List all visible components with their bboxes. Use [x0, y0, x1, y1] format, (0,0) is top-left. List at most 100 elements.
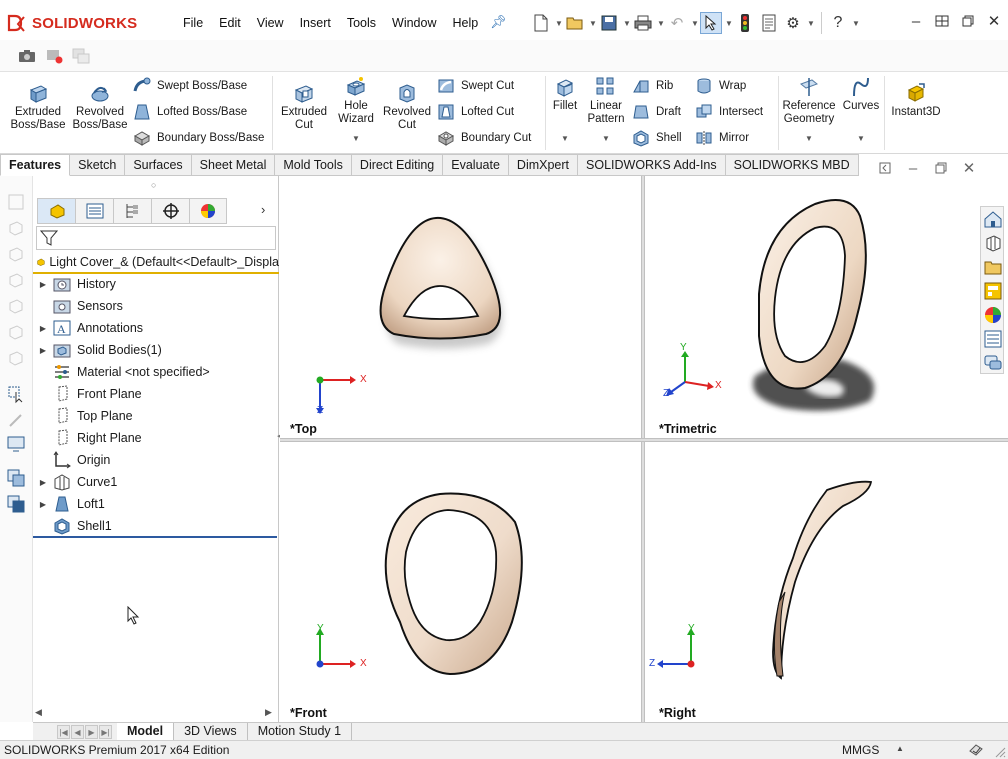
box-tool-3-icon[interactable]	[6, 270, 26, 290]
lofted-cut-button[interactable]: Lofted Cut	[437, 102, 514, 122]
fillet-button[interactable]: Fillet	[548, 76, 582, 113]
help-question-icon[interactable]: ?	[827, 12, 849, 34]
last-tab-arrow-icon[interactable]: ▶|	[99, 724, 112, 739]
options-gear-icon[interactable]: ⚙	[782, 12, 804, 34]
tree-item-material[interactable]: Material <not specified>	[33, 361, 277, 383]
tree-item-sensors[interactable]: Sensors	[33, 295, 277, 317]
scroll-right-icon[interactable]: ▶	[265, 707, 272, 718]
tab-direct-editing[interactable]: Direct Editing	[351, 154, 444, 176]
tree-item-solid-bodies[interactable]: ▶ Solid Bodies(1)	[33, 339, 277, 361]
tree-item-shell1[interactable]: Shell1	[33, 515, 277, 537]
sketch-tool-icon[interactable]	[6, 192, 26, 212]
menu-insert[interactable]: Insert	[292, 14, 339, 32]
tab-surfaces[interactable]: Surfaces	[125, 154, 192, 176]
chevron-down-icon[interactable]: ▼	[588, 19, 598, 28]
tree-item-top-plane[interactable]: Top Plane	[33, 405, 277, 427]
record-icon[interactable]	[44, 45, 66, 67]
new-document-icon[interactable]	[530, 12, 552, 34]
tab-model[interactable]: Model	[117, 722, 175, 741]
close-icon[interactable]: ✕	[982, 10, 1006, 32]
expand-arrow-icon[interactable]: ▶	[33, 346, 53, 355]
expand-arrow-icon[interactable]: ▶	[33, 324, 53, 333]
revolved-boss-base-button[interactable]: Revolved Boss/Base	[72, 82, 128, 132]
copy-screen-icon[interactable]	[70, 45, 92, 67]
draft-button[interactable]: Draft	[632, 102, 681, 122]
tab-dimxpert[interactable]: DimXpert	[508, 154, 579, 176]
chevron-right-icon[interactable]: ›	[261, 202, 265, 217]
viewport-front[interactable]: Y X *Front	[280, 442, 641, 722]
viewport-top[interactable]: X Z *Top	[280, 176, 641, 438]
copy-tool-icon[interactable]	[6, 468, 26, 488]
chevron-down-icon[interactable]: ▼	[554, 19, 564, 28]
viewport-splitter-horizontal[interactable]	[280, 438, 1008, 442]
appearances-scenes-icon[interactable]	[983, 305, 1003, 325]
box-tool-2-icon[interactable]	[6, 244, 26, 264]
intersect-button[interactable]: Intersect	[695, 102, 763, 122]
chevron-down-icon[interactable]: ▼	[806, 19, 816, 28]
rollback-bar[interactable]	[33, 536, 277, 538]
panel-grip-icon[interactable]: ○	[151, 180, 156, 190]
linear-pattern-chevron-down-icon[interactable]: ▼	[602, 134, 610, 143]
tab-sheet-metal[interactable]: Sheet Metal	[191, 154, 276, 176]
tab-solidworks-mbd[interactable]: SOLIDWORKS MBD	[725, 154, 859, 176]
save-icon[interactable]	[598, 12, 620, 34]
feature-tree-root[interactable]: Light Cover_& (Default<<Default>_Displa	[33, 252, 279, 274]
menu-window[interactable]: Window	[384, 14, 444, 32]
curves-chevron-down-icon[interactable]: ▼	[857, 134, 865, 143]
swept-cut-button[interactable]: Swept Cut	[437, 76, 514, 96]
viewport-right[interactable]: Y Z *Right	[645, 442, 1008, 722]
expand-arrow-icon[interactable]: ▶	[33, 500, 53, 509]
revolved-cut-button[interactable]: Revolved Cut	[382, 82, 432, 132]
reference-geometry-chevron-down-icon[interactable]: ▼	[805, 134, 813, 143]
view-palette-icon[interactable]	[983, 281, 1003, 301]
curves-button[interactable]: Curves	[840, 76, 882, 113]
first-tab-arrow-icon[interactable]: |◀	[57, 724, 70, 739]
menu-edit[interactable]: Edit	[211, 14, 249, 32]
unit-system[interactable]: MMGS	[842, 743, 879, 757]
instant3d-button[interactable]: Instant3D	[888, 82, 944, 119]
undo-icon[interactable]: ↶	[666, 12, 688, 34]
restore-icon[interactable]	[956, 10, 980, 32]
boundary-boss-base-button[interactable]: Boundary Boss/Base	[133, 128, 264, 148]
next-tab-arrow-icon[interactable]: ▶	[85, 724, 98, 739]
display-manager-tab-icon[interactable]	[189, 198, 227, 224]
rib-button[interactable]: Rib	[632, 76, 673, 96]
doc-restore-icon[interactable]	[928, 160, 954, 176]
box-tool-icon[interactable]	[6, 218, 26, 238]
linear-pattern-button[interactable]: Linear Pattern	[584, 76, 628, 126]
configuration-manager-tab-icon[interactable]	[113, 198, 151, 224]
tile-windows-icon[interactable]	[930, 10, 954, 32]
doc-minimize-icon[interactable]: –	[900, 160, 926, 177]
file-explorer-icon[interactable]	[983, 257, 1003, 277]
chevron-down-icon[interactable]: ▼	[851, 19, 861, 28]
edit-tool-icon[interactable]	[6, 410, 26, 430]
collapse-panel-icon[interactable]	[872, 160, 898, 176]
design-library-icon[interactable]	[983, 233, 1003, 253]
graphics-area[interactable]: ▼ ▼ ▼ ▼ ▼	[280, 176, 1008, 722]
file-properties-icon[interactable]	[758, 12, 780, 34]
solidworks-logo[interactable]: SOLIDWORKS	[6, 10, 156, 36]
extruded-boss-base-button[interactable]: Extruded Boss/Base	[10, 82, 66, 132]
chevron-down-icon[interactable]: ▼	[622, 19, 632, 28]
filter-funnel-icon[interactable]	[40, 230, 58, 246]
fillet-chevron-down-icon[interactable]: ▼	[561, 134, 569, 143]
prev-tab-arrow-icon[interactable]: ◀	[71, 724, 84, 739]
minimize-icon[interactable]: –	[904, 10, 928, 32]
rebuild-traffic-light-icon[interactable]	[734, 12, 756, 34]
mirror-button[interactable]: Mirror	[695, 128, 749, 148]
hole-wizard-button[interactable]: Hole Wizard	[332, 76, 380, 126]
boundary-cut-button[interactable]: Boundary Cut	[437, 128, 531, 148]
viewport-splitter-vertical[interactable]	[641, 176, 645, 722]
expand-arrow-icon[interactable]: ▶	[33, 478, 53, 487]
menu-view[interactable]: View	[249, 14, 292, 32]
swept-boss-base-button[interactable]: Swept Boss/Base	[133, 76, 247, 96]
tree-item-loft1[interactable]: ▶ Loft1	[33, 493, 277, 515]
scroll-left-icon[interactable]: ◀	[35, 707, 42, 718]
tree-item-right-plane[interactable]: Right Plane	[33, 427, 277, 449]
solidworks-resources-home-icon[interactable]	[983, 209, 1003, 229]
paste-tool-icon[interactable]	[6, 494, 26, 514]
feature-tree-filter[interactable]	[36, 226, 276, 250]
forum-icon[interactable]	[983, 353, 1003, 373]
tree-item-front-plane[interactable]: Front Plane	[33, 383, 277, 405]
tree-item-origin[interactable]: Origin	[33, 449, 277, 471]
